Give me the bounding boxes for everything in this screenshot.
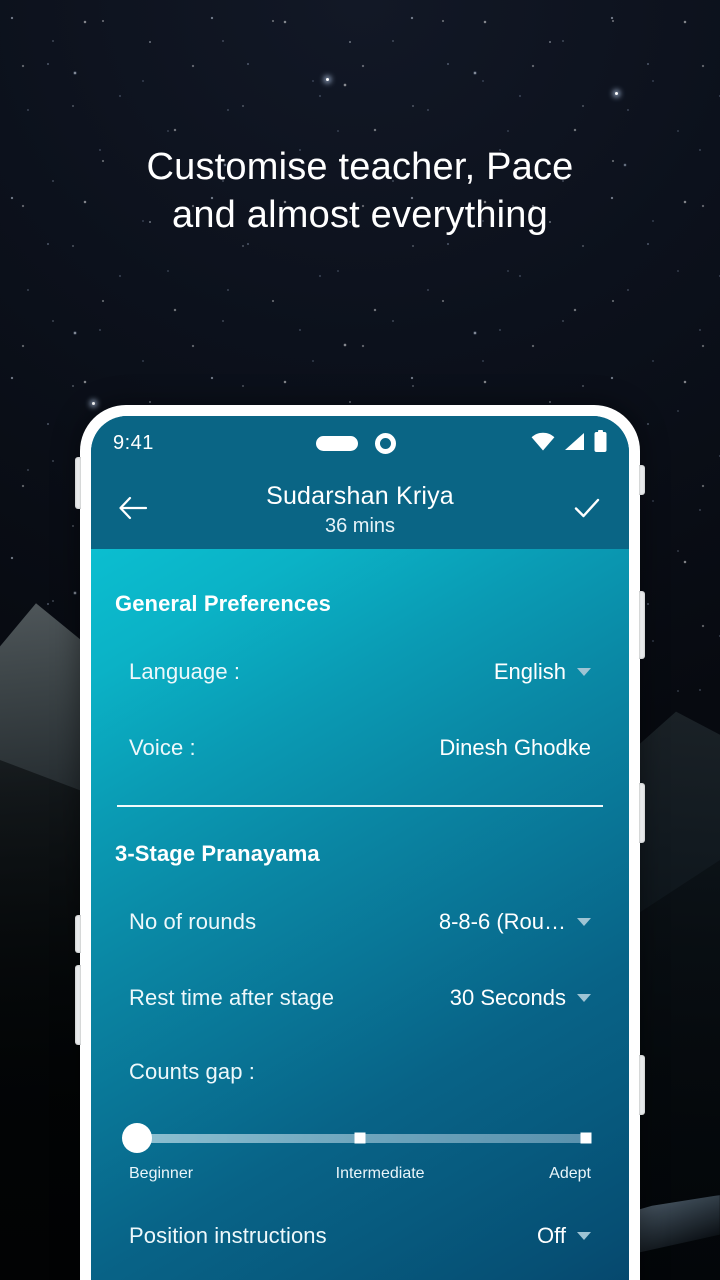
bright-star: [615, 92, 618, 95]
headline-line-2: and almost everything: [172, 194, 548, 236]
slider-tick-intermediate[interactable]: [354, 1132, 366, 1144]
page-title: Sudarshan Kriya: [266, 482, 454, 510]
volume-up-button[interactable]: [75, 457, 81, 509]
row-label-counts-gap: Counts gap :: [129, 1059, 255, 1084]
check-mark-icon: [572, 495, 602, 526]
back-button[interactable]: [113, 490, 153, 530]
row-value-no-of-rounds: 8-8-6 (Rou…: [438, 909, 566, 934]
slider-tick-adept[interactable]: [580, 1132, 592, 1144]
row-label-language: Language :: [129, 659, 241, 684]
row-control-voice[interactable]: Dinesh Ghodke: [439, 735, 591, 761]
row-value-language: English: [493, 659, 566, 684]
back-arrow-icon: [118, 495, 148, 526]
slider-label-beginner: Beginner: [129, 1165, 194, 1182]
wifi-icon: [531, 432, 555, 456]
slider-labels: Beginner Intermediate Adept: [129, 1165, 591, 1183]
section-title-pranayama: 3-Stage Pranayama: [115, 841, 320, 866]
row-label-no-of-rounds: No of rounds: [129, 909, 257, 934]
headline-line-1: Customise teacher, Pace: [146, 146, 574, 188]
confirm-button[interactable]: [567, 490, 607, 530]
row-control-no-of-rounds[interactable]: 8-8-6 (Rou…: [439, 909, 591, 935]
power-button[interactable]: [639, 465, 645, 495]
row-control-language[interactable]: English: [494, 659, 591, 685]
phone-frame: 9:41 Sudarshan Kriya 36 mins General Pre…: [75, 405, 645, 1280]
slider-label-adept: Adept: [549, 1165, 591, 1182]
page-subtitle: 36 mins: [324, 515, 396, 537]
section-divider: [117, 805, 603, 807]
battery-icon: [594, 430, 607, 457]
slider-label-intermediate: Intermediate: [335, 1165, 425, 1182]
row-value-position-instructions: Off: [537, 1223, 566, 1248]
cellular-signal-icon: [564, 432, 585, 456]
side-button-lower[interactable]: [639, 1055, 645, 1115]
slider-track-row[interactable]: [122, 1123, 592, 1153]
side-button-upper[interactable]: [639, 591, 645, 659]
row-label-voice: Voice :: [129, 735, 196, 760]
promo-screenshot: Customise teacher, Pace and almost every…: [0, 0, 720, 1280]
row-rest-time[interactable]: Rest time after stage 30 Seconds: [115, 985, 605, 1011]
slider-thumb[interactable]: [122, 1123, 152, 1153]
section-title-general: General Preferences: [115, 591, 331, 616]
speaker-pill-icon: [316, 436, 358, 451]
row-position-instructions[interactable]: Position instructions Off: [115, 1223, 605, 1249]
chevron-down-icon[interactable]: [577, 1232, 591, 1240]
row-control-rest-time[interactable]: 30 Seconds: [450, 985, 591, 1011]
row-label-position-instructions: Position instructions: [129, 1223, 327, 1248]
chevron-down-icon[interactable]: [577, 994, 591, 1002]
volume-rocker-button[interactable]: [75, 965, 81, 1045]
counts-gap-slider[interactable]: Beginner Intermediate Adept: [115, 1123, 605, 1183]
row-value-rest-time: 30 Seconds: [449, 985, 566, 1010]
notch-group: [316, 433, 396, 454]
phone-screen: 9:41 Sudarshan Kriya 36 mins General Pre…: [91, 416, 629, 1280]
row-control-position-instructions[interactable]: Off: [537, 1223, 591, 1249]
bright-star: [92, 402, 95, 405]
side-button-middle[interactable]: [639, 783, 645, 843]
row-voice[interactable]: Voice : Dinesh Ghodke: [115, 735, 605, 761]
front-camera-cutout-icon: [375, 433, 396, 454]
chevron-down-icon[interactable]: [577, 918, 591, 926]
app-bar: Sudarshan Kriya 36 mins: [91, 471, 629, 549]
row-no-of-rounds[interactable]: No of rounds 8-8-6 (Rou…: [115, 909, 605, 935]
bright-star: [326, 78, 329, 81]
status-icons: [531, 416, 607, 471]
promo-headline: Customise teacher, Pace and almost every…: [0, 143, 720, 239]
status-clock: 9:41: [113, 432, 154, 454]
row-counts-gap: Counts gap :: [115, 1059, 605, 1085]
chevron-down-icon[interactable]: [577, 668, 591, 676]
row-value-voice: Dinesh Ghodke: [439, 735, 591, 760]
row-language[interactable]: Language : English: [115, 659, 605, 685]
app-bar-title-block: Sudarshan Kriya 36 mins: [91, 480, 629, 540]
row-label-rest-time: Rest time after stage: [129, 985, 335, 1010]
settings-content: General Preferences Language : English V…: [91, 549, 629, 1280]
status-bar: 9:41: [91, 416, 629, 471]
volume-down-button[interactable]: [75, 915, 81, 953]
